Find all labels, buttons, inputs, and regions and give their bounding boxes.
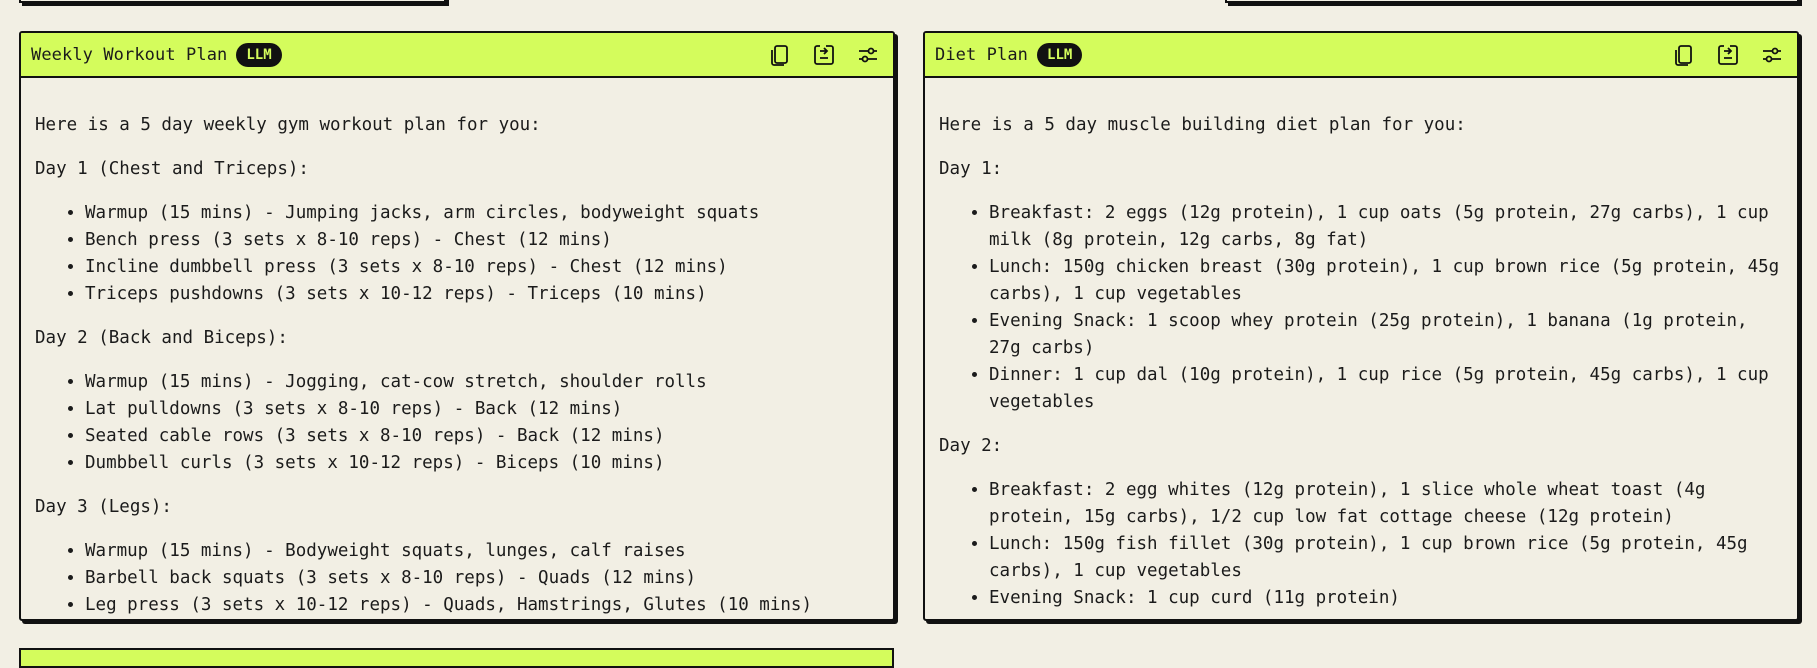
llm-badge: LLM xyxy=(236,42,282,67)
export-icon xyxy=(1718,44,1738,65)
workout-plan-panel: Weekly Workout Plan LLM Here is a 5 day … xyxy=(19,31,895,621)
section-heading: Day 2: xyxy=(939,436,1003,456)
list-item: Dinner: 1 cup dal (10g protein), 1 cup r… xyxy=(989,362,1783,416)
copy-icon xyxy=(771,44,788,66)
settings-sliders-icon xyxy=(1763,47,1781,62)
meal-list: Breakfast: 2 egg whites (12g protein), 1… xyxy=(939,477,1783,612)
list-item: Dumbbell curls (3 sets x 10-12 reps) - B… xyxy=(85,450,879,477)
list-item: Leg press (3 sets x 10-12 reps) - Quads,… xyxy=(85,592,879,619)
panel-content: Here is a 5 day muscle building diet pla… xyxy=(925,78,1797,619)
section-heading: Day 3 (Legs): xyxy=(35,497,172,517)
export-button[interactable] xyxy=(809,40,839,70)
panel-title: Weekly Workout Plan xyxy=(31,44,228,65)
exercise-list: Warmup (15 mins) - Jogging, cat-cow stre… xyxy=(35,369,879,477)
section-heading: Day 2 (Back and Biceps): xyxy=(35,328,288,348)
above-panel-edge-right xyxy=(1225,0,1799,3)
intro-text: Here is a 5 day muscle building diet pla… xyxy=(939,115,1466,135)
settings-button[interactable] xyxy=(853,40,883,70)
list-item: Incline dumbbell press (3 sets x 8-10 re… xyxy=(85,254,879,281)
list-item: Bench press (3 sets x 8-10 reps) - Chest… xyxy=(85,227,879,254)
copy-button[interactable] xyxy=(765,40,795,70)
section-heading: Day 1: xyxy=(939,159,1003,179)
list-item: Breakfast: 2 eggs (12g protein), 1 cup o… xyxy=(989,200,1783,254)
list-item: Warmup (15 mins) - Jumping jacks, arm ci… xyxy=(85,200,879,227)
panel-header: Diet Plan LLM xyxy=(925,33,1797,78)
above-panel-edge-left xyxy=(19,0,446,3)
settings-button[interactable] xyxy=(1757,40,1787,70)
exercise-list: Warmup (15 mins) - Jumping jacks, arm ci… xyxy=(35,200,879,308)
llm-badge: LLM xyxy=(1037,42,1083,67)
list-item: Seated cable rows (3 sets x 8-10 reps) -… xyxy=(85,423,879,450)
list-item: Lat pulldowns (3 sets x 8-10 reps) - Bac… xyxy=(85,396,879,423)
intro-text: Here is a 5 day weekly gym workout plan … xyxy=(35,115,541,135)
export-button[interactable] xyxy=(1713,40,1743,70)
panel-content: Here is a 5 day weekly gym workout plan … xyxy=(21,78,893,619)
diet-plan-panel: Diet Plan LLM Here is a 5 day muscle bui… xyxy=(923,31,1799,621)
section-heading: Day 1 (Chest and Triceps): xyxy=(35,159,309,179)
panel-title: Diet Plan xyxy=(935,44,1029,65)
list-item: Evening Snack: 1 scoop whey protein (25g… xyxy=(989,308,1783,362)
meal-list: Breakfast: 2 eggs (12g protein), 1 cup o… xyxy=(939,200,1783,416)
list-item: Warmup (15 mins) - Bodyweight squats, lu… xyxy=(85,538,879,565)
list-item: Barbell back squats (3 sets x 8-10 reps)… xyxy=(85,565,879,592)
list-item: Lunch: 150g fish fillet (30g protein), 1… xyxy=(989,531,1783,585)
list-item: Warmup (15 mins) - Jogging, cat-cow stre… xyxy=(85,369,879,396)
list-item: Lunch: 150g chicken breast (30g protein)… xyxy=(989,254,1783,308)
settings-sliders-icon xyxy=(859,47,877,62)
export-icon xyxy=(814,44,834,65)
copy-button[interactable] xyxy=(1669,40,1699,70)
list-item: Evening Snack: 1 cup curd (11g protein) xyxy=(989,585,1783,612)
list-item: Breakfast: 2 egg whites (12g protein), 1… xyxy=(989,477,1783,531)
next-panel-header-edge xyxy=(19,648,894,668)
copy-icon xyxy=(1675,44,1692,66)
exercise-list: Warmup (15 mins) - Bodyweight squats, lu… xyxy=(35,538,879,619)
list-item: Triceps pushdowns (3 sets x 10-12 reps) … xyxy=(85,281,879,308)
panel-header: Weekly Workout Plan LLM xyxy=(21,33,893,78)
